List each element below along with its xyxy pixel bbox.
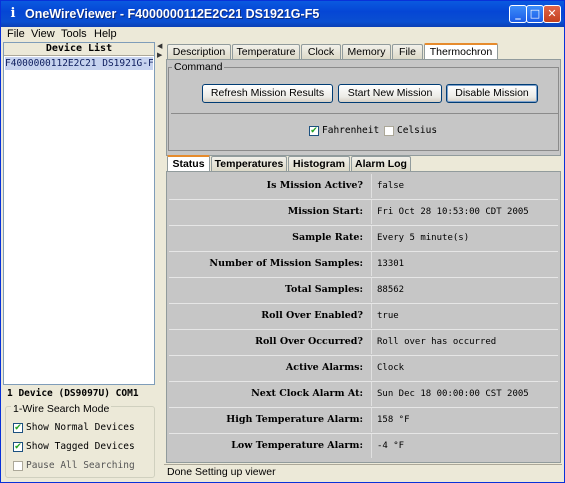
- status-row: High Temperature Alarm: 158 °F: [169, 408, 558, 432]
- status-label: High Temperature Alarm:: [169, 408, 369, 432]
- tab-status[interactable]: Status: [167, 155, 210, 171]
- disable-mission-button[interactable]: Disable Mission: [446, 84, 538, 103]
- status-label: Active Alarms:: [169, 356, 369, 380]
- menu-help[interactable]: Help: [94, 28, 117, 40]
- status-row: Number of Mission Samples: 13301: [169, 252, 558, 276]
- search-mode-title: 1-Wire Search Mode: [11, 403, 112, 415]
- menu-file[interactable]: File: [7, 28, 25, 40]
- status-row: Low Temperature Alarm: -4 °F: [169, 434, 558, 458]
- command-panel: Command Refresh Mission Results Start Ne…: [166, 59, 561, 156]
- tab-temperature[interactable]: Temperature: [232, 44, 300, 59]
- status-panel: Is Mission Active? false Mission Start: Fr…: [166, 171, 561, 463]
- search-mode-group: 1-Wire Search Mode ✔ Show Normal Devices…: [5, 403, 155, 478]
- status-value: true: [371, 304, 557, 328]
- status-value: Sun Dec 18 00:00:00 CST 2005: [371, 382, 557, 406]
- app-window: i OneWireViewer - F4000000112E2C21 DS192…: [0, 0, 565, 483]
- status-value: Every 5 minute(s): [371, 226, 557, 250]
- tab-histogram[interactable]: Histogram: [288, 156, 350, 171]
- menu-tools[interactable]: Tools: [61, 28, 87, 40]
- status-value: Fri Oct 28 10:53:00 CDT 2005: [371, 200, 557, 224]
- command-group: Command Refresh Mission Results Start Ne…: [168, 61, 559, 151]
- status-row: Roll Over Enabled? true: [169, 304, 558, 328]
- expand-right-icon[interactable]: ▶: [157, 51, 162, 59]
- status-row: Is Mission Active? false: [169, 174, 558, 198]
- status-label: Roll Over Enabled?: [169, 304, 369, 328]
- status-row: Total Samples: 88562: [169, 278, 558, 302]
- device-count: 1 Device (DS9097U) COM1: [7, 388, 139, 399]
- command-separator: [171, 113, 558, 114]
- fahrenheit-label: Fahrenheit: [322, 125, 380, 136]
- status-value: Roll over has occurred: [371, 330, 557, 354]
- status-label: Number of Mission Samples:: [169, 252, 369, 276]
- celsius-label: Celsius: [397, 125, 438, 136]
- split-pane-divider[interactable]: ◀ ▶: [156, 42, 163, 480]
- window-title: OneWireViewer - F4000000112E2C21 DS1921G…: [25, 7, 320, 21]
- tab-thermochron[interactable]: Thermochron: [424, 43, 498, 59]
- status-value: Clock: [371, 356, 557, 380]
- maximize-icon: □: [529, 7, 541, 20]
- device-list-item[interactable]: F4000000112E2C21 DS1921G-F5: [5, 57, 153, 70]
- minimize-button[interactable]: _: [509, 5, 527, 23]
- menu-view[interactable]: View: [31, 28, 55, 40]
- status-label: Total Samples:: [169, 278, 369, 302]
- tab-description[interactable]: Description: [167, 44, 231, 59]
- status-row: Sample Rate: Every 5 minute(s): [169, 226, 558, 250]
- status-value: false: [371, 174, 557, 198]
- status-label: Low Temperature Alarm:: [169, 434, 369, 458]
- maximize-button[interactable]: □: [526, 5, 544, 23]
- status-label: Sample Rate:: [169, 226, 369, 250]
- status-row: Next Clock Alarm At: Sun Dec 18 00:00:00 …: [169, 382, 558, 406]
- tab-file[interactable]: File: [392, 44, 423, 59]
- tab-memory[interactable]: Memory: [342, 44, 391, 59]
- start-new-mission-button[interactable]: Start New Mission: [338, 84, 442, 103]
- device-list-header: Device List: [4, 43, 154, 56]
- status-label: Is Mission Active?: [169, 174, 369, 198]
- status-value: 13301: [371, 252, 557, 276]
- status-row: Roll Over Occurred? Roll over has occurre…: [169, 330, 558, 354]
- status-row: Mission Start: Fri Oct 28 10:53:00 CDT 20…: [169, 200, 558, 224]
- pause-searching-checkbox[interactable]: [13, 461, 23, 471]
- show-normal-devices-label: Show Normal Devices: [26, 422, 135, 433]
- show-normal-devices-checkbox[interactable]: ✔: [13, 423, 23, 433]
- thermochron-subtabs: Status Temperatures Histogram Alarm Log: [167, 155, 562, 171]
- device-list-panel: Device List F4000000112E2C21 DS1921G-F5: [3, 42, 155, 385]
- menu-bar: File View Tools Help: [1, 27, 564, 42]
- status-label: Roll Over Occurred?: [169, 330, 369, 354]
- refresh-mission-results-button[interactable]: Refresh Mission Results: [202, 84, 333, 103]
- pause-searching-label: Pause All Searching: [26, 460, 135, 471]
- celsius-checkbox[interactable]: [384, 126, 394, 136]
- show-tagged-devices-checkbox[interactable]: ✔: [13, 442, 23, 452]
- minimize-icon: _: [515, 7, 521, 20]
- status-value: 88562: [371, 278, 557, 302]
- command-title: Command: [172, 61, 225, 73]
- status-row: Active Alarms: Clock: [169, 356, 558, 380]
- tab-alarm-log[interactable]: Alarm Log: [351, 156, 411, 171]
- show-tagged-devices-label: Show Tagged Devices: [26, 441, 135, 452]
- close-icon: ✕: [547, 7, 557, 20]
- status-label: Mission Start:: [169, 200, 369, 224]
- status-value: -4 °F: [371, 434, 557, 458]
- tab-clock[interactable]: Clock: [301, 44, 341, 59]
- status-bar: Done Setting up viewer: [164, 464, 562, 480]
- info-i-icon: i: [10, 6, 16, 21]
- tab-temperatures[interactable]: Temperatures: [211, 156, 287, 171]
- collapse-left-icon[interactable]: ◀: [157, 42, 162, 50]
- close-button[interactable]: ✕: [543, 5, 561, 23]
- status-value: 158 °F: [371, 408, 557, 432]
- status-label: Next Clock Alarm At:: [169, 382, 369, 406]
- device-tabs: Description Temperature Clock Memory Fil…: [167, 43, 562, 59]
- title-bar[interactable]: i OneWireViewer - F4000000112E2C21 DS192…: [1, 1, 564, 27]
- fahrenheit-checkbox[interactable]: ✔: [309, 126, 319, 136]
